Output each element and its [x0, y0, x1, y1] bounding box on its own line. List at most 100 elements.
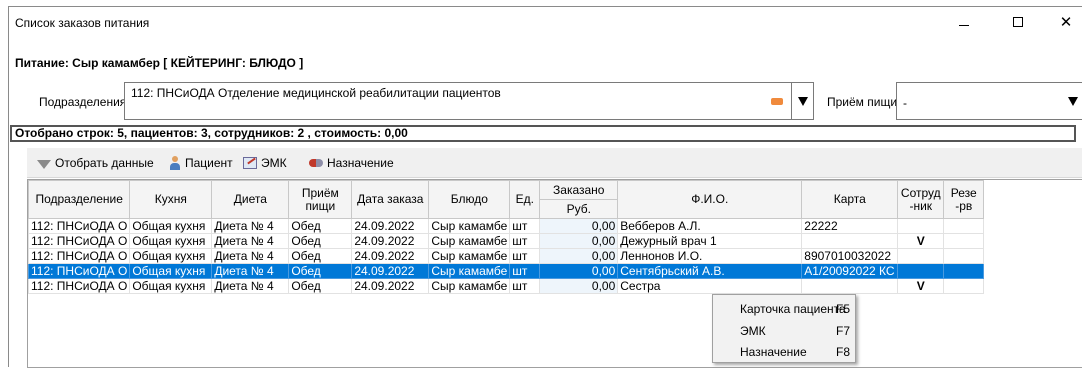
menu-item-label: ЭМК [740, 324, 766, 338]
col-dish[interactable]: Блюдо [428, 180, 511, 219]
col-kitchen[interactable]: Кухня [129, 180, 213, 219]
cell-dish: Сыр камамбе [428, 233, 511, 249]
col-card[interactable]: Карта [801, 180, 899, 219]
chevron-down-icon[interactable] [1068, 97, 1078, 106]
cell-department: 112: ПНСиОДА О [28, 278, 131, 294]
cell-employee: V [897, 233, 945, 249]
table-row[interactable]: 112: ПНСиОДА О Общая кухня Диета № 4 Обе… [28, 218, 985, 234]
cell-department: 112: ПНСиОДА О [28, 263, 131, 279]
cell-date: 24.09.2022 [351, 263, 430, 279]
minimize-button[interactable] [941, 7, 987, 37]
col-meal[interactable]: Приём пищи [288, 180, 353, 219]
cell-rub: 0,00 [539, 263, 619, 279]
assignment-label: Назначение [327, 156, 394, 170]
cell-reserve [943, 263, 985, 279]
maximize-icon [1013, 17, 1023, 27]
cell-rub: 0,00 [539, 218, 619, 234]
cell-department: 112: ПНСиОДА О [28, 248, 131, 264]
cell-card [801, 233, 899, 249]
minimize-icon [959, 24, 969, 26]
cell-department: 112: ПНСиОДА О [28, 218, 131, 234]
patient-button[interactable]: Пациент [169, 156, 233, 170]
cell-kitchen: Общая кухня [129, 218, 213, 234]
context-menu: Карточка пациента F5 ЭМК F7 Назначение F… [712, 294, 856, 363]
menu-item-shortcut: F5 [836, 302, 851, 316]
cell-dish: Сыр камамбе [428, 278, 511, 294]
cell-unit: шт [509, 248, 541, 264]
cell-meal: Обед [288, 263, 353, 279]
col-reserve[interactable]: Резе -рв [943, 180, 985, 219]
cell-card: 22222 [801, 218, 899, 234]
emk-icon [243, 157, 257, 169]
cell-kitchen: Общая кухня [129, 263, 213, 279]
patient-icon [169, 156, 181, 170]
menu-item-emk[interactable]: ЭМК F7 [713, 320, 857, 342]
cell-employee [897, 248, 945, 264]
table-row[interactable]: 112: ПНСиОДА О Общая кухня Диета № 4 Обе… [28, 248, 985, 264]
cell-unit: шт [509, 278, 541, 294]
menu-item-assignment[interactable]: Назначение F8 [713, 341, 857, 363]
close-button[interactable]: ✕ [1043, 7, 1082, 37]
cell-fio: Леннонов И.О. [617, 248, 803, 264]
col-employee[interactable]: Сотруд -ник [897, 180, 945, 219]
col-department[interactable]: Подразделение [28, 180, 131, 219]
department-select[interactable]: 112: ПНСиОДА Отделение медицинской реаби… [124, 82, 814, 120]
cell-fio: Вебберов А.Л. [617, 218, 803, 234]
col-ordered[interactable]: Заказано [539, 180, 619, 200]
toolbar: Отобрать данные Пациент ЭМК Назначение [27, 148, 1082, 178]
menu-item-shortcut: F8 [836, 345, 851, 359]
table-row[interactable]: 112: ПНСиОДА О Общая кухня Диета № 4 Обе… [28, 233, 985, 249]
department-dropdown-button[interactable] [791, 83, 813, 119]
cell-card [801, 278, 899, 294]
meal-value: - [903, 96, 907, 110]
col-diet[interactable]: Диета [211, 180, 290, 219]
cell-diet: Диета № 4 [211, 218, 290, 234]
meal-select[interactable]: - [896, 82, 1082, 120]
col-order-date[interactable]: Дата заказа [351, 180, 430, 219]
menu-item-shortcut: F7 [836, 324, 851, 338]
status-bar: Отобрано строк: 5, пациентов: 3, сотрудн… [10, 125, 1076, 142]
department-value: 112: ПНСиОДА Отделение медицинской реаби… [131, 86, 501, 100]
pill-icon [309, 159, 323, 167]
cell-diet: Диета № 4 [211, 263, 290, 279]
table-row-selected[interactable]: 112: ПНСиОДА О Общая кухня Диета № 4 Обе… [28, 263, 985, 279]
cell-card: 8907010032022 [801, 248, 899, 264]
cell-reserve [943, 248, 985, 264]
show-data-label: Отобрать данные [55, 156, 154, 170]
maximize-button[interactable] [995, 7, 1041, 37]
cell-rub: 0,00 [539, 233, 619, 249]
table-row[interactable]: 112: ПНСиОДА О Общая кухня Диета № 4 Обе… [28, 278, 985, 294]
cell-kitchen: Общая кухня [129, 233, 213, 249]
cell-employee [897, 218, 945, 234]
emk-label: ЭМК [261, 156, 287, 170]
cell-dish: Сыр камамбе [428, 263, 511, 279]
cell-meal: Обед [288, 233, 353, 249]
cell-reserve [943, 278, 985, 294]
col-rub[interactable]: Руб. [539, 199, 619, 219]
cell-unit: шт [509, 233, 541, 249]
emk-button[interactable]: ЭМК [243, 156, 287, 170]
cell-diet: Диета № 4 [211, 233, 290, 249]
col-fio[interactable]: Ф.И.О. [617, 180, 803, 219]
meal-label: Приём пищи [827, 95, 898, 109]
orders-window: Список заказов питания ✕ Питание: Сыр ка… [8, 6, 1082, 368]
col-unit[interactable]: Ед. [509, 180, 541, 219]
window-title: Список заказов питания [15, 16, 150, 30]
cell-rub: 0,00 [539, 248, 619, 264]
clear-icon[interactable] [771, 98, 783, 105]
cell-reserve [943, 218, 985, 234]
assignment-button[interactable]: Назначение [309, 156, 394, 170]
cell-diet: Диета № 4 [211, 248, 290, 264]
close-icon: ✕ [1059, 14, 1073, 31]
department-label: Подразделения [39, 95, 127, 109]
cell-date: 24.09.2022 [351, 278, 430, 294]
cell-dish: Сыр камамбе [428, 248, 511, 264]
menu-item-patient-card[interactable]: Карточка пациента F5 [713, 298, 857, 320]
cell-unit: шт [509, 218, 541, 234]
filter-icon [37, 159, 51, 169]
orders-table[interactable]: Подразделение Кухня Диета Приём пищи Дат… [27, 179, 1082, 368]
cell-reserve [943, 233, 985, 249]
show-data-button[interactable]: Отобрать данные [37, 156, 154, 170]
cell-meal: Обед [288, 218, 353, 234]
cell-department: 112: ПНСиОДА О [28, 233, 131, 249]
